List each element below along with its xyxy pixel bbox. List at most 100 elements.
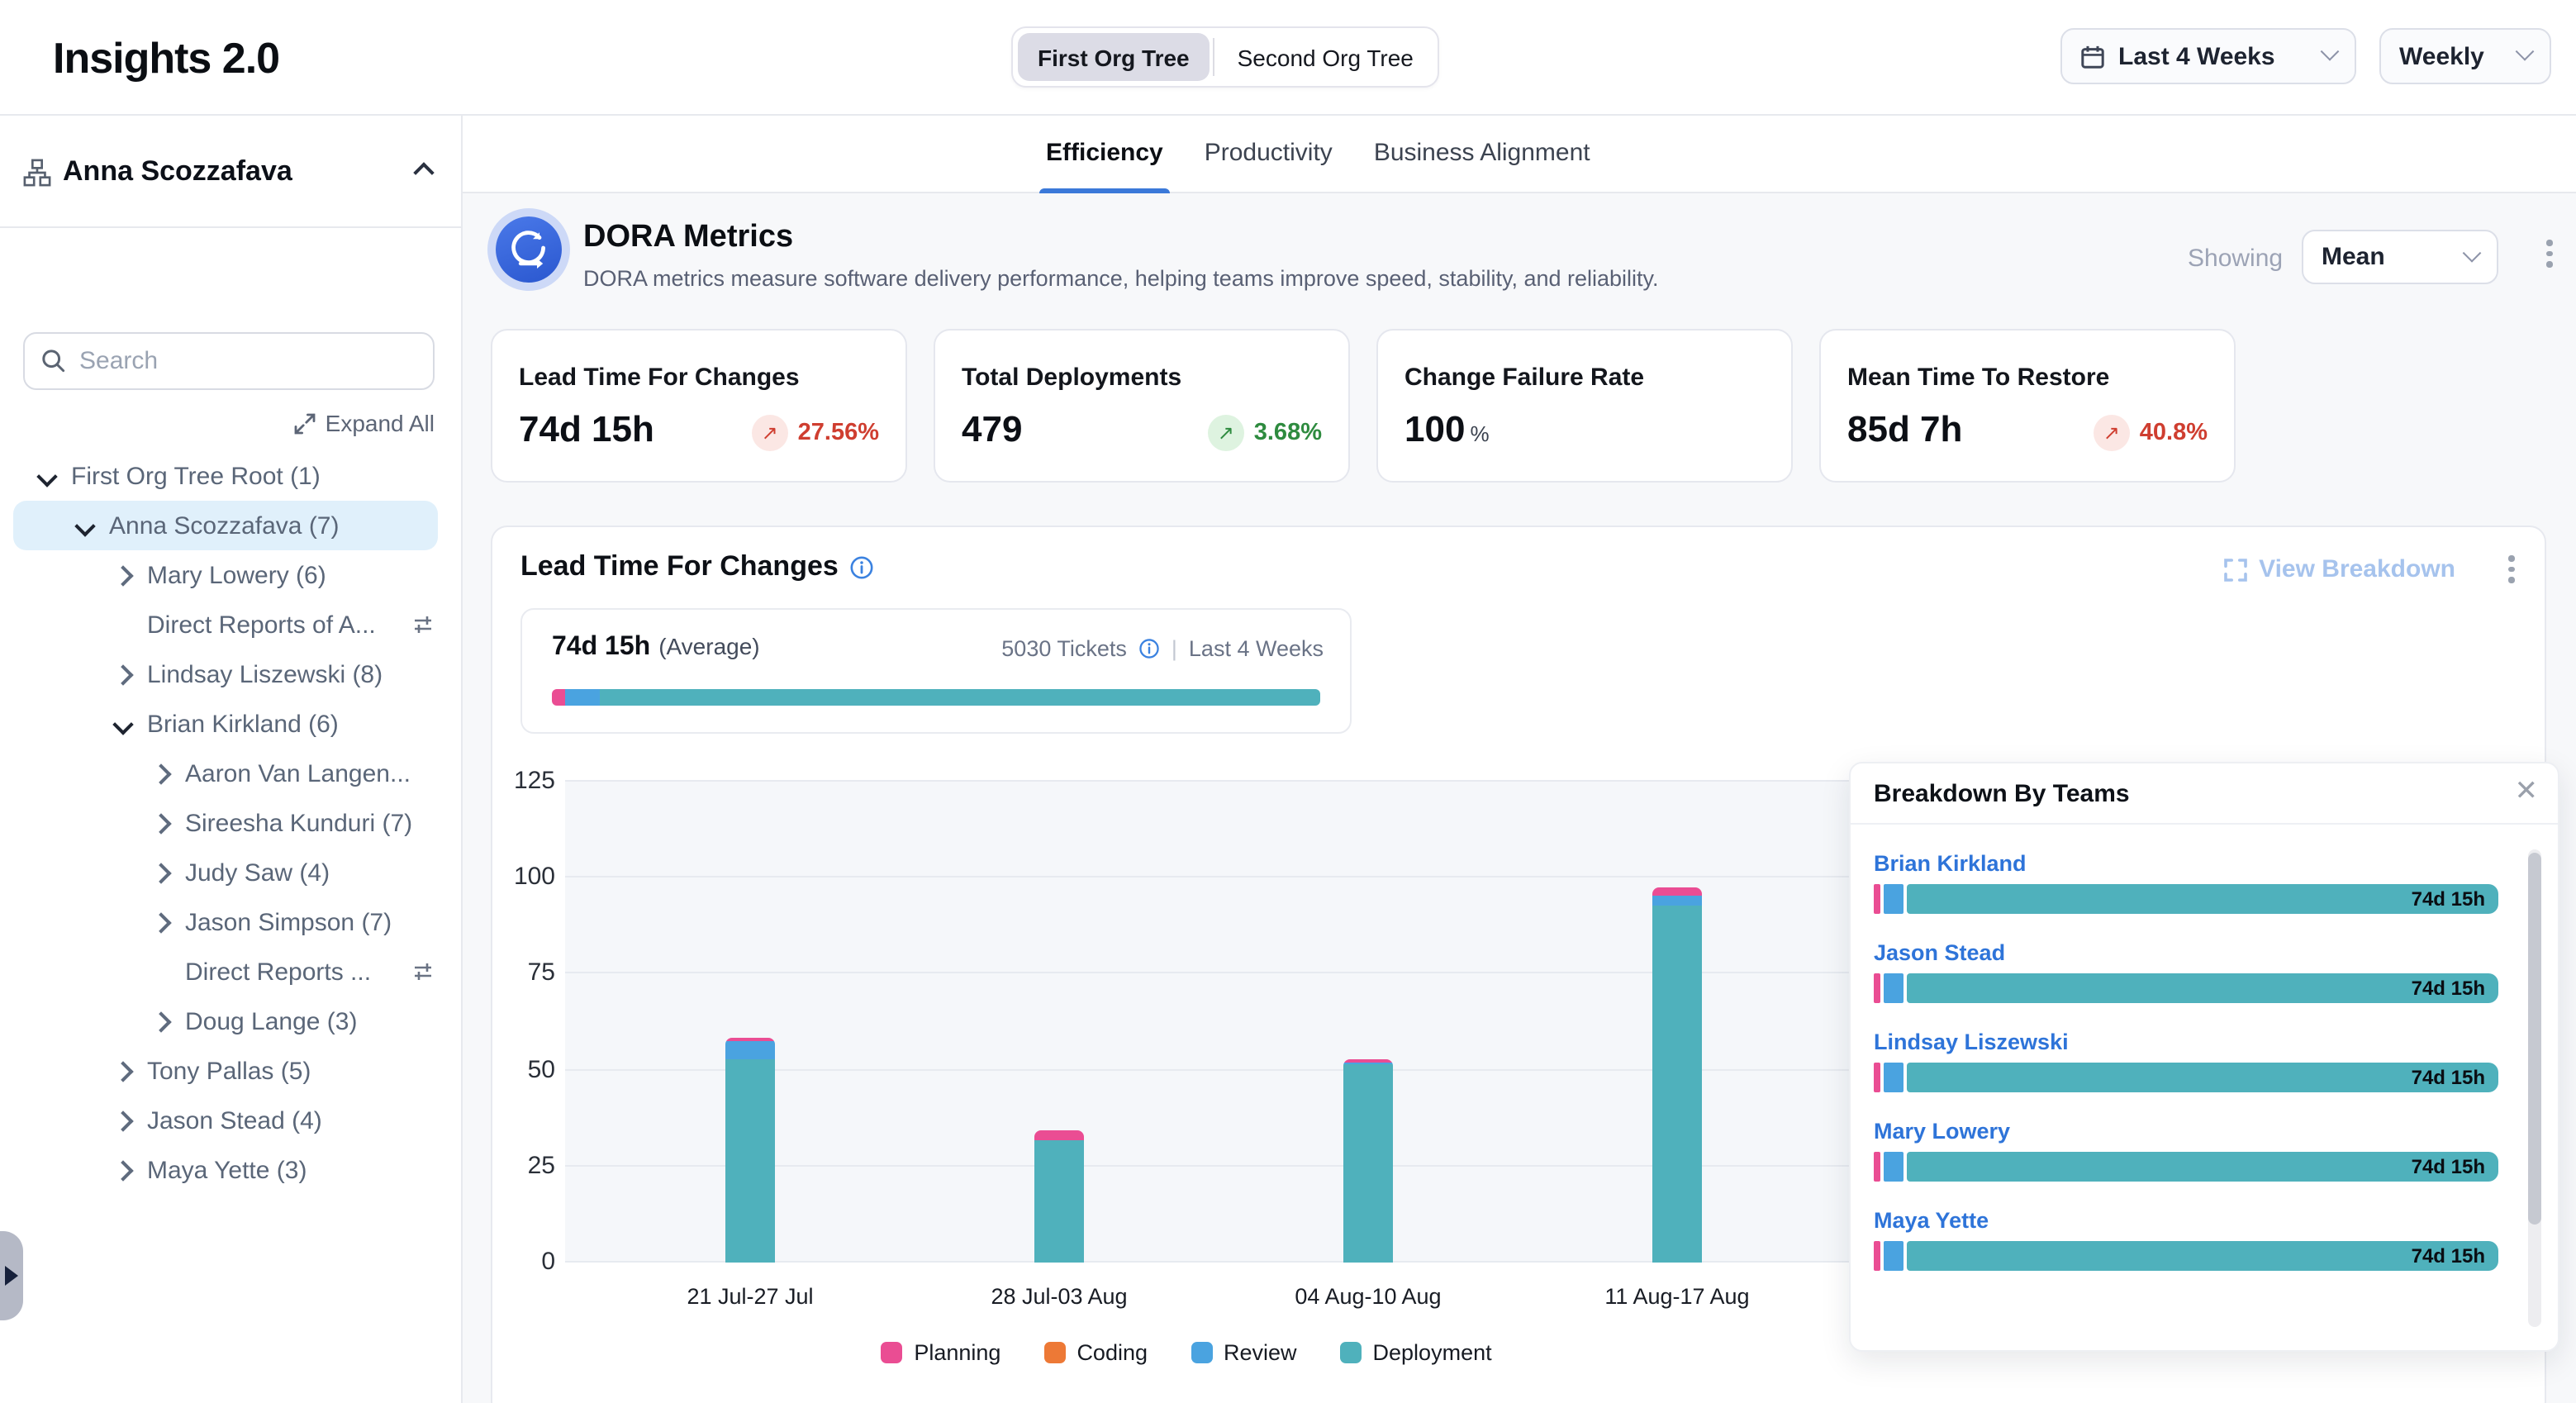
bar-segment-deployment	[1652, 905, 1702, 1263]
bar-segment-review	[1652, 895, 1702, 905]
tree-item-tony-pallas-5[interactable]: Tony Pallas (5)	[0, 1046, 461, 1096]
chevron-right-icon[interactable]	[150, 862, 171, 882]
legend-item-coding[interactable]: Coding	[1043, 1340, 1148, 1365]
x-axis-label: 04 Aug-10 Aug	[1252, 1284, 1484, 1309]
metric-card-change-failure-rate: Change Failure Rate100%	[1376, 329, 1793, 483]
chevron-down-icon[interactable]	[112, 713, 133, 734]
team-lead-time-bar: 74d 15h	[1874, 1152, 2498, 1182]
bar-segment-planning	[1034, 1130, 1084, 1139]
org-sidebar: Anna Scozzafava Expand All First Org Tre…	[0, 116, 463, 1403]
dora-menu-button[interactable]	[2546, 240, 2553, 267]
app-header: Insights 2.0 First Org Tree Second Org T…	[0, 0, 2576, 116]
tree-item-first-org-tree-root-1[interactable]: First Org Tree Root (1)	[0, 451, 461, 501]
main-tabbar: Efficiency Productivity Business Alignment	[463, 116, 2576, 193]
first-org-tree-button[interactable]: First Org Tree	[1018, 33, 1210, 81]
tree-item-anna-scozzafava-7[interactable]: Anna Scozzafava (7)	[0, 501, 461, 550]
search-input[interactable]	[79, 347, 416, 375]
org-tree: First Org Tree Root (1) Anna Scozzafava (…	[0, 451, 461, 1403]
bar-segment-review	[1884, 1152, 1903, 1182]
lead-time-menu-button[interactable]	[2508, 555, 2515, 583]
tree-item-direct-reports-of-a[interactable]: Direct Reports of A...	[0, 600, 461, 649]
chevron-right-icon[interactable]	[150, 763, 171, 783]
chevron-down-icon[interactable]	[36, 465, 57, 486]
chevron-up-icon[interactable]	[413, 162, 434, 183]
chevron-down-icon	[2516, 42, 2535, 61]
chevron-down-icon	[2321, 42, 2340, 61]
info-icon[interactable]	[1138, 638, 1160, 659]
avg-bar-segment-review	[565, 689, 600, 706]
chevron-right-icon[interactable]	[112, 564, 133, 585]
tree-item-brian-kirkland-6[interactable]: Brian Kirkland (6)	[0, 699, 461, 749]
tree-item-aaron-van-langen[interactable]: Aaron Van Langen...	[0, 749, 461, 798]
tree-item-sireesha-kunduri-7[interactable]: Sireesha Kunduri (7)	[0, 798, 461, 848]
panel-scrollbar-thumb[interactable]	[2528, 853, 2541, 1225]
range-label: Last 4 Weeks	[1189, 636, 1324, 661]
tab-productivity[interactable]: Productivity	[1205, 116, 1333, 193]
bar-segment-deployment	[1034, 1139, 1084, 1263]
aggregation-select[interactable]: Mean	[2302, 230, 2498, 284]
legend-item-deployment[interactable]: Deployment	[1340, 1340, 1492, 1365]
toggle-separator	[1213, 38, 1214, 76]
legend-swatch	[881, 1342, 902, 1363]
second-org-tree-button[interactable]: Second Org Tree	[1218, 33, 1433, 81]
tree-item-jason-simpson-7[interactable]: Jason Simpson (7)	[0, 897, 461, 947]
granularity-select[interactable]: Weekly	[2379, 28, 2551, 84]
team-name-link[interactable]: Brian Kirkland	[1874, 851, 2498, 876]
info-icon[interactable]	[850, 554, 875, 579]
team-name-link[interactable]: Jason Stead	[1874, 940, 2498, 965]
chevron-right-icon[interactable]	[150, 1011, 171, 1031]
team-name-link[interactable]: Mary Lowery	[1874, 1119, 2498, 1144]
chevron-right-icon[interactable]	[112, 1110, 133, 1130]
legend-swatch	[1191, 1342, 1212, 1363]
tree-item-maya-yette-3[interactable]: Maya Yette (3)	[0, 1145, 461, 1195]
chevron-spacer	[154, 964, 169, 979]
chevron-right-icon[interactable]	[112, 663, 133, 684]
chevron-down-icon[interactable]	[74, 515, 95, 535]
view-breakdown-button[interactable]: View Breakdown	[2224, 555, 2455, 583]
x-axis-label: 11 Aug-17 Aug	[1561, 1284, 1793, 1309]
trend-up-icon: ↗	[2094, 415, 2130, 451]
team-name-link[interactable]: Lindsay Liszewski	[1874, 1030, 2498, 1054]
chevron-right-icon[interactable]	[150, 812, 171, 833]
average-note: (Average)	[658, 633, 759, 659]
tree-item-mary-lowery-6[interactable]: Mary Lowery (6)	[0, 550, 461, 600]
metric-title: Lead Time For Changes	[519, 364, 800, 392]
metric-card-lead-time-for-changes: Lead Time For Changes74d 15h↗27.56%	[491, 329, 907, 483]
chevron-right-icon[interactable]	[112, 1159, 133, 1180]
tree-item-direct-reports[interactable]: Direct Reports ...	[0, 947, 461, 996]
bar-segment-planning	[1874, 1063, 1880, 1092]
expand-all-button[interactable]: Expand All	[294, 410, 435, 436]
date-range-select[interactable]: Last 4 Weeks	[2060, 28, 2356, 84]
tree-item-doug-lange-3[interactable]: Doug Lange (3)	[0, 996, 461, 1046]
chevron-right-icon[interactable]	[150, 911, 171, 932]
sidebar-header[interactable]: Anna Scozzafava	[0, 116, 461, 228]
y-axis-label: 125	[502, 767, 555, 795]
close-icon[interactable]: ✕	[2515, 775, 2539, 808]
tree-item-label: Jason Stead (4)	[147, 1106, 322, 1134]
legend-label: Planning	[914, 1340, 1000, 1365]
tree-item-label: Doug Lange (3)	[185, 1007, 358, 1035]
org-chart-icon	[23, 159, 51, 195]
team-row-mary-lowery: Mary Lowery 74d 15h	[1874, 1119, 2498, 1182]
tree-item-judy-saw-4[interactable]: Judy Saw (4)	[0, 848, 461, 897]
chevron-right-icon[interactable]	[112, 1060, 133, 1081]
filter-settings-icon[interactable]	[411, 613, 435, 636]
filter-settings-icon[interactable]	[411, 960, 435, 983]
trend-badge: ↗3.68%	[1208, 415, 1322, 451]
tree-item-jason-stead-4[interactable]: Jason Stead (4)	[0, 1096, 461, 1145]
tree-item-lindsay-liszewski-8[interactable]: Lindsay Liszewski (8)	[0, 649, 461, 699]
tab-business-alignment[interactable]: Business Alignment	[1374, 116, 1590, 193]
tab-efficiency[interactable]: Efficiency	[1046, 116, 1163, 193]
avg-bar-segment-planning	[552, 689, 565, 706]
team-name-link[interactable]: Maya Yette	[1874, 1208, 2498, 1233]
tree-item-label: Anna Scozzafava (7)	[109, 511, 340, 540]
legend-item-planning[interactable]: Planning	[881, 1340, 1000, 1365]
dora-metrics-title: DORA Metrics	[583, 220, 793, 256]
metric-title: Mean Time To Restore	[1847, 364, 2109, 392]
sidebar-collapse-handle[interactable]	[0, 1231, 23, 1320]
app-title: Insights 2.0	[53, 33, 279, 84]
legend-item-review[interactable]: Review	[1191, 1340, 1297, 1365]
breakdown-panel-title: Breakdown By Teams	[1874, 780, 2130, 808]
x-axis-label: 21 Jul-27 Jul	[634, 1284, 866, 1309]
bar-segment-review	[725, 1041, 775, 1058]
